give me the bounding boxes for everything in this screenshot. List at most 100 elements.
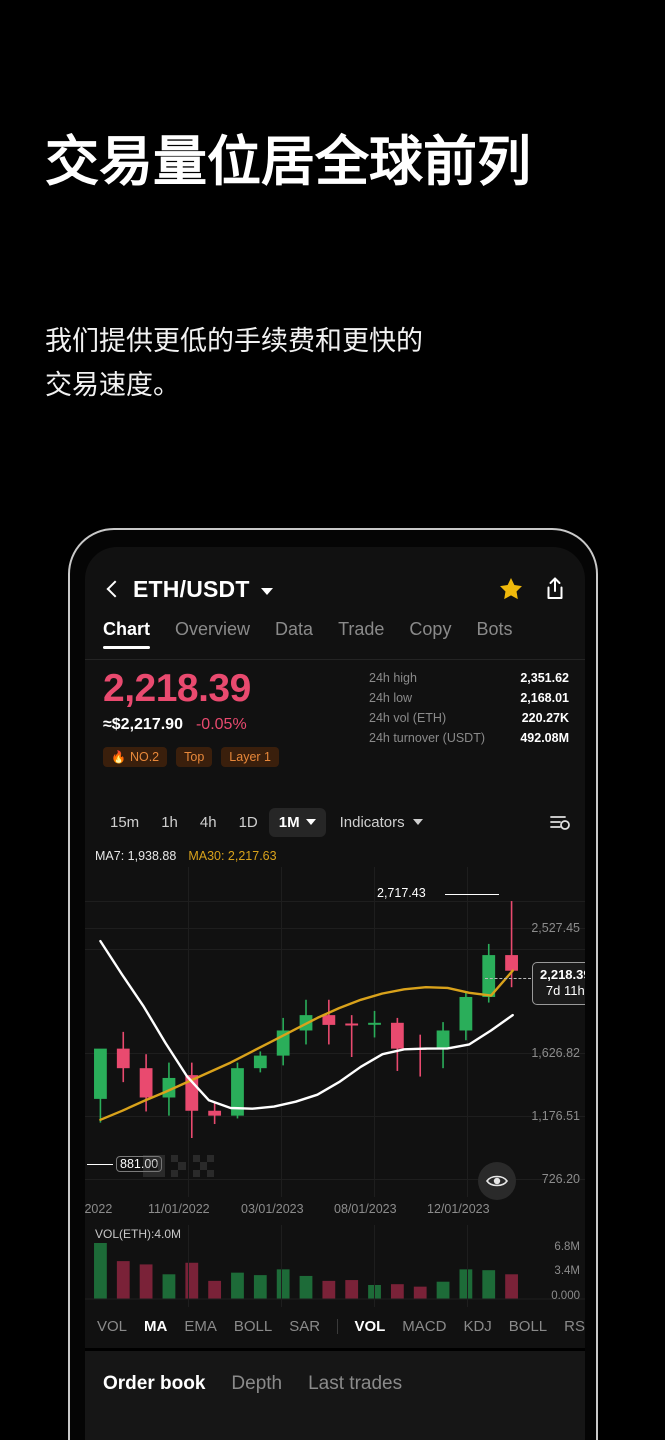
price-area: 2,218.39 ≈$2,217.90 -0.05% 🔥 NO.2 Top La… — [103, 668, 373, 767]
bottom-tab-last-trades[interactable]: Last trades — [308, 1373, 402, 1395]
candlestick-series — [94, 901, 518, 1138]
stat-label: 24h low — [369, 691, 413, 705]
tab-data[interactable]: Data — [275, 619, 313, 649]
stat-value: 220.27K — [521, 711, 569, 725]
indicator-tab-ema[interactable]: EMA — [184, 1318, 217, 1335]
grid-line — [188, 1225, 189, 1307]
market-stats: 24h high 2,351.62 24h low 2,168.01 24h v… — [369, 671, 569, 751]
page-root: 交易量位居全球前列 我们提供更低的手续费和更快的交易速度。 ETH/USDT — [0, 0, 665, 1440]
stat-value: 2,351.62 — [520, 671, 569, 685]
chevron-left-icon[interactable] — [103, 577, 123, 601]
timeframe-1h[interactable]: 1h — [150, 814, 189, 831]
grid-line — [467, 1225, 468, 1307]
ma30-legend: MA30: 2,217.63 — [188, 849, 277, 863]
page-headline: 交易量位居全球前列 — [45, 132, 531, 192]
tabs-divider — [85, 659, 585, 660]
x-axis-tick: /2022 — [85, 1202, 113, 1216]
volume-axis-label: 6.8M — [554, 1241, 580, 1253]
chevron-down-icon — [412, 819, 423, 825]
price-chart[interactable]: 2,527.45 1,626.82 1,176.51 726.20 2,717.43 … — [85, 867, 585, 1200]
indicators-label: Indicators — [339, 813, 405, 831]
price-dash-line — [485, 978, 531, 979]
page-subcopy: 我们提供更低的手续费和更快的 交易速度。 — [45, 320, 565, 407]
stat-label: 24h high — [369, 671, 417, 685]
indicator-tab-kdj[interactable]: KDJ — [463, 1318, 491, 1335]
y-axis-tick: 2,527.45 — [531, 920, 580, 935]
indicator-tab-vol-main[interactable]: VOL — [97, 1318, 127, 1335]
share-icon[interactable] — [543, 576, 567, 602]
y-axis-tick: 1,176.51 — [531, 1109, 580, 1124]
pair-title[interactable]: ETH/USDT — [133, 576, 250, 603]
stat-value: 492.08M — [520, 731, 569, 745]
volume-axis-label: 0.000 — [551, 1290, 580, 1302]
indicator-tab-sar[interactable]: SAR — [289, 1318, 320, 1335]
high-marker-line — [445, 894, 499, 895]
tab-bots[interactable]: Bots — [476, 619, 512, 649]
stat-row: 24h vol (ETH) 220.27K — [369, 711, 569, 725]
timeframe-15m[interactable]: 15m — [99, 814, 150, 831]
phone-frame: ETH/USDT Chart Overview Data Trade Copy — [68, 528, 598, 1440]
badge-rank[interactable]: 🔥 NO.2 — [103, 746, 168, 767]
y-axis-tick: 726.20 — [541, 1172, 580, 1186]
top-tabs: Chart Overview Data Trade Copy Bots — [85, 619, 585, 659]
y-axis-tick: 1,626.82 — [531, 1046, 580, 1061]
flame-icon: 🔥 — [111, 749, 126, 764]
badge-top[interactable]: Top — [176, 746, 213, 767]
grid-line — [374, 1225, 375, 1307]
tab-chart[interactable]: Chart — [103, 619, 151, 649]
indicator-tab-boll[interactable]: BOLL — [234, 1318, 272, 1335]
subcopy-line: 交易速度。 — [45, 369, 180, 400]
current-price-tag: 2,218.39 7d 11h — [532, 962, 585, 1005]
low-marker-line — [87, 1164, 113, 1165]
bottom-tab-depth[interactable]: Depth — [231, 1373, 282, 1395]
ma7-legend: MA7: 1,938.88 — [95, 849, 177, 863]
star-icon[interactable] — [498, 576, 524, 602]
x-axis-tick: 12/01/2023 — [427, 1202, 490, 1216]
indicator-tab-vol-sub[interactable]: VOL — [354, 1318, 385, 1335]
chevron-down-icon[interactable] — [260, 587, 273, 595]
timeframe-1d[interactable]: 1D — [228, 814, 269, 831]
tab-copy[interactable]: Copy — [409, 619, 451, 649]
change-percent: -0.05% — [195, 715, 247, 733]
bottom-tabs: Order book Depth Last trades — [85, 1351, 585, 1395]
x-axis-tick: 11/01/2022 — [148, 1202, 210, 1216]
badge-list: 🔥 NO.2 Top Layer 1 — [103, 746, 373, 767]
price-tag-countdown: 7d 11h — [545, 983, 585, 999]
badge-layer1[interactable]: Layer 1 — [221, 746, 279, 767]
okx-watermark — [143, 1155, 214, 1177]
bottom-panel: Order book Depth Last trades — [85, 1348, 585, 1440]
stat-label: 24h vol (ETH) — [369, 711, 447, 725]
x-axis-tick: 03/01/2023 — [241, 1202, 304, 1216]
indicator-tab-ma[interactable]: MA — [144, 1318, 167, 1335]
timeframe-1m-label: 1M — [278, 813, 300, 831]
volume-axis-label: 3.4M — [554, 1265, 580, 1277]
indicator-tab-macd[interactable]: MACD — [402, 1318, 446, 1335]
tab-overview[interactable]: Overview — [175, 619, 250, 649]
price-tag-value: 2,218.39 — [540, 967, 585, 982]
stat-row: 24h high 2,351.62 — [369, 671, 569, 685]
timeframe-4h[interactable]: 4h — [189, 814, 228, 831]
tab-trade[interactable]: Trade — [338, 619, 384, 649]
indicators-button[interactable]: Indicators — [340, 814, 423, 831]
app-header: ETH/USDT — [85, 566, 585, 612]
grid-line — [281, 1225, 282, 1307]
bottom-tab-order-book[interactable]: Order book — [103, 1373, 205, 1395]
indicator-tab-strip: VOL MA EMA BOLL SAR VOL MACD KDJ BOLL RS — [85, 1309, 585, 1343]
sub-price-row: ≈$2,217.90 -0.05% — [103, 716, 373, 734]
eye-icon[interactable] — [478, 1162, 516, 1200]
timeframe-1m[interactable]: 1M — [268, 807, 326, 837]
stat-value: 2,168.01 — [520, 691, 569, 705]
chevron-down-icon — [305, 819, 316, 825]
ma-legend: MA7: 1,938.88 MA30: 2,217.63 — [85, 845, 585, 867]
timeframe-bar: 15m 1h 4h 1D 1M Indicators — [85, 801, 585, 843]
phone-screen: ETH/USDT Chart Overview Data Trade Copy — [85, 547, 585, 1440]
stat-row: 24h turnover (USDT) 492.08M — [369, 731, 569, 745]
high-marker-label: 2,717.43 — [377, 886, 426, 900]
indicator-tab-boll2[interactable]: BOLL — [509, 1318, 547, 1335]
stat-row: 24h low 2,168.01 — [369, 691, 569, 705]
approx-price: ≈$2,217.90 — [103, 715, 183, 733]
indicator-tab-rsi[interactable]: RS — [564, 1318, 585, 1335]
x-axis-tick: 08/01/2023 — [334, 1202, 397, 1216]
volume-title: VOL(ETH):4.0M — [95, 1227, 182, 1241]
chart-settings-icon[interactable] — [549, 812, 571, 832]
